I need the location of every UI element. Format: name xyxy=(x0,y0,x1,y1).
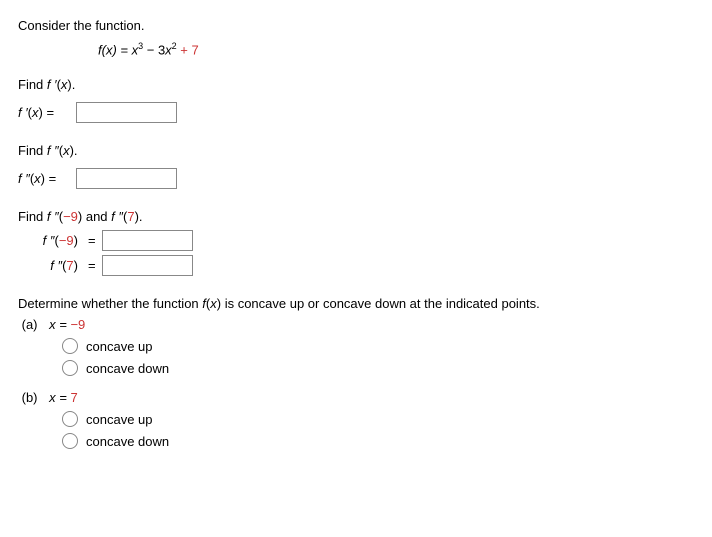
func-const: 7 xyxy=(192,42,199,57)
part-a-label: (a) x = −9 xyxy=(18,317,694,332)
part-a-option-up[interactable]: concave up xyxy=(62,338,694,354)
radio-icon xyxy=(62,411,78,427)
fprime-label: f ′(x) = xyxy=(18,105,70,120)
eval-v2: 7 xyxy=(127,209,134,224)
eq2: = xyxy=(88,258,96,273)
radio-icon xyxy=(62,338,78,354)
eq1: = xyxy=(88,233,96,248)
intro-text: Consider the function. xyxy=(18,18,694,33)
find-eval-instruction: Find f ″(−9) and f ″(7). xyxy=(18,209,694,224)
eval1-input[interactable] xyxy=(102,230,193,251)
func-op1: − xyxy=(143,42,158,57)
option-label: concave down xyxy=(86,361,169,376)
part-b-option-down[interactable]: concave down xyxy=(62,433,694,449)
part-a-option-down[interactable]: concave down xyxy=(62,360,694,376)
eval-v1: −9 xyxy=(63,209,78,224)
func-op2: + xyxy=(177,42,192,57)
fdoubleprime-input[interactable] xyxy=(76,168,177,189)
eval1-label: f ″(−9) xyxy=(18,233,78,248)
determine-instruction: Determine whether the function f(x) is c… xyxy=(18,296,694,311)
option-label: concave up xyxy=(86,339,153,354)
eval2-label: f ″(7) xyxy=(18,258,78,273)
option-label: concave up xyxy=(86,412,153,427)
radio-icon xyxy=(62,433,78,449)
eval2-input[interactable] xyxy=(102,255,193,276)
find-fdoubleprime-instruction: Find f ″(x). xyxy=(18,143,694,158)
fdoubleprime-label: f ″(x) = xyxy=(18,171,70,186)
option-label: concave down xyxy=(86,434,169,449)
find-fprime-instruction: Find Find f ′(x).f ′(x). xyxy=(18,77,694,92)
func-lhs: f(x) = xyxy=(98,42,132,57)
fprime-input[interactable] xyxy=(76,102,177,123)
function-definition: f(x) = x3 − 3x2 + 7 xyxy=(98,41,694,57)
part-b-option-up[interactable]: concave up xyxy=(62,411,694,427)
radio-icon xyxy=(62,360,78,376)
part-b-label: (b) x = 7 xyxy=(18,390,694,405)
